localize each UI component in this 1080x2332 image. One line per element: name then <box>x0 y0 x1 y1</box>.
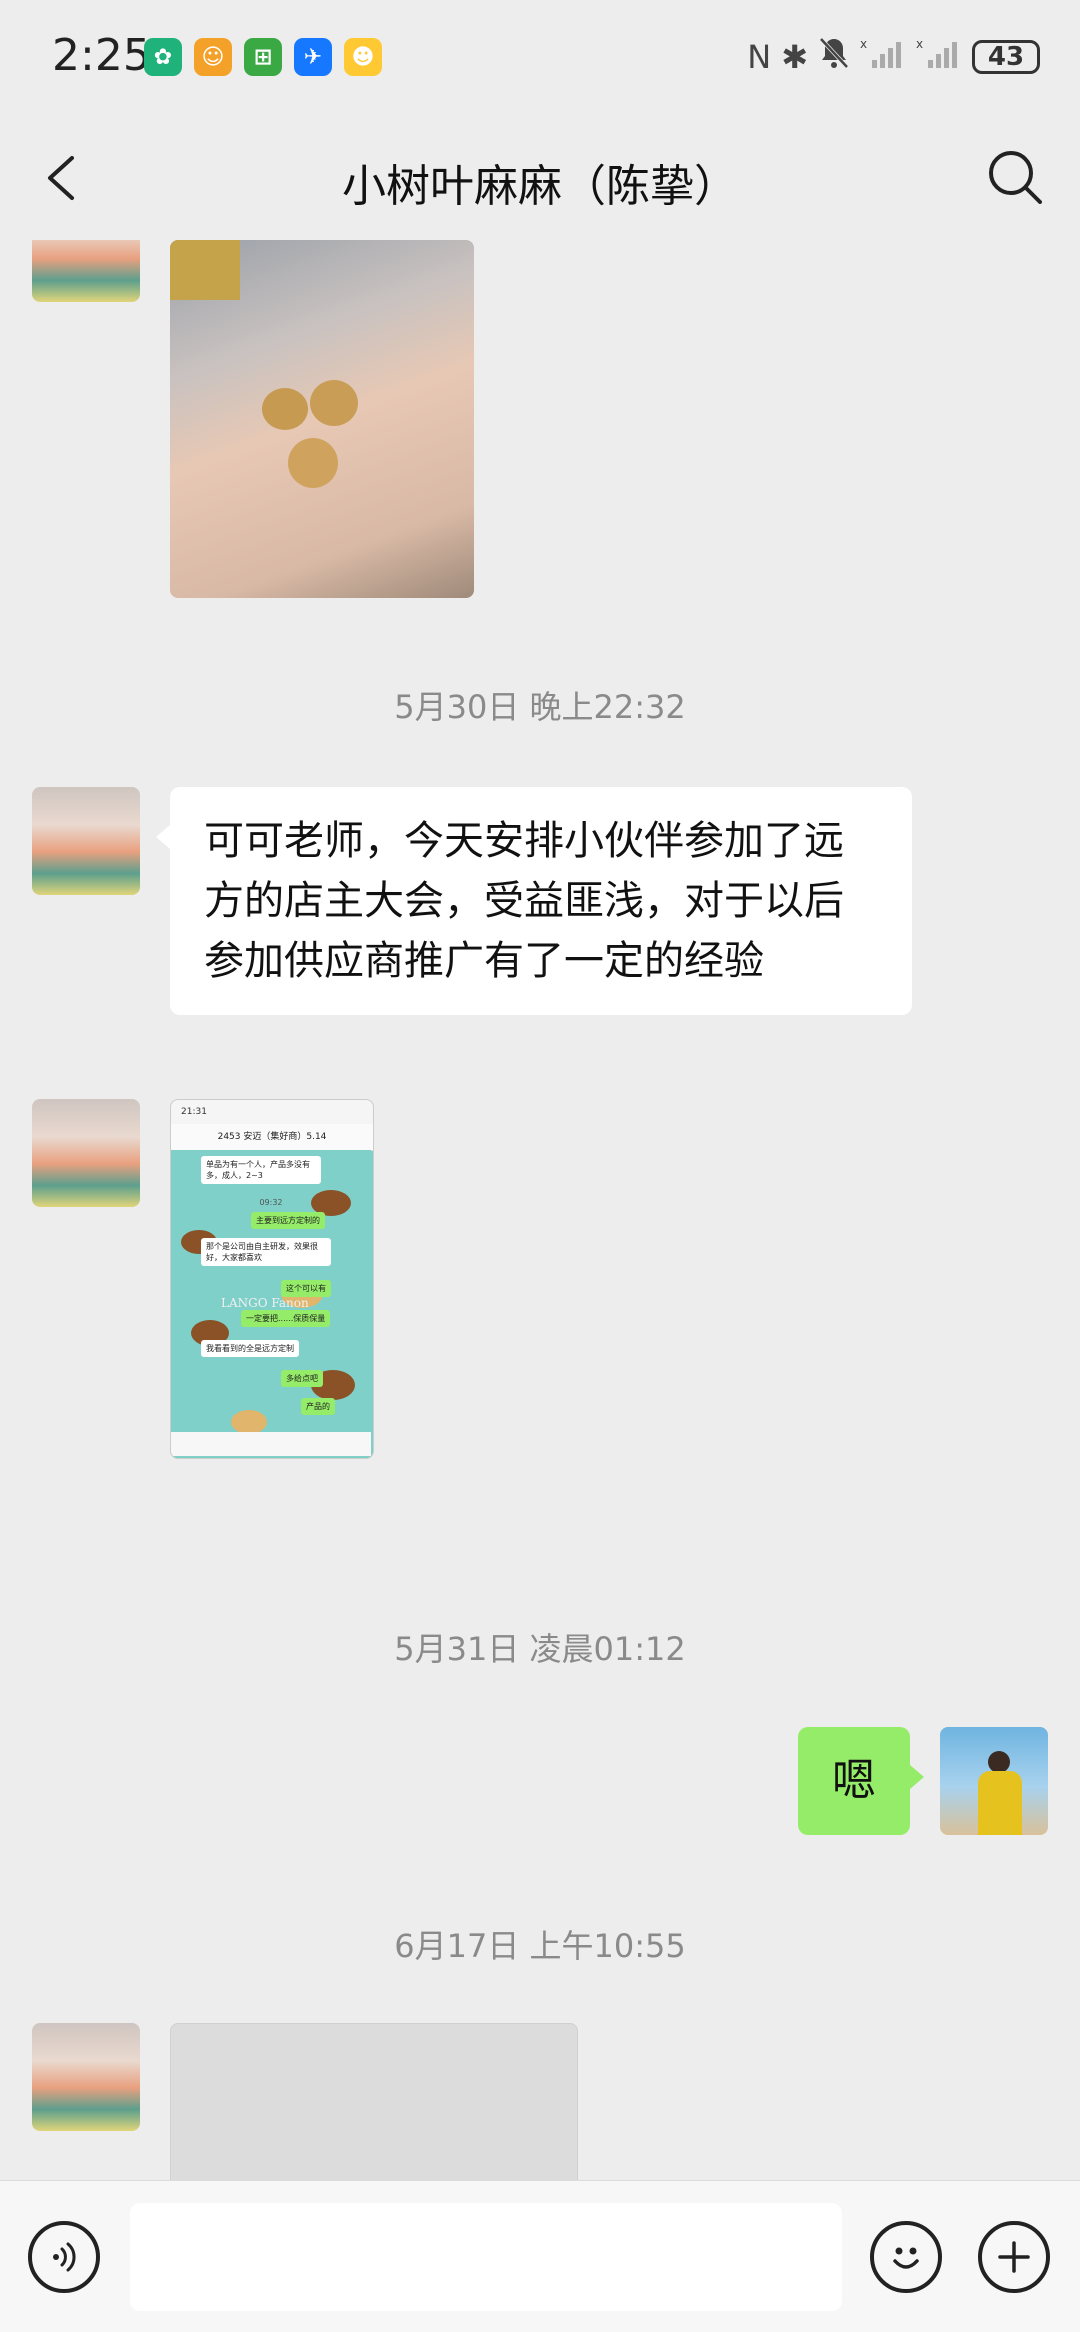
timestamp: 6月17日 上午10:55 <box>394 1927 686 1965</box>
mute-icon <box>818 36 850 78</box>
screenshot-status-bar: 21:31 <box>171 1100 373 1124</box>
message-bubble-outgoing[interactable]: 嗯 <box>798 1727 924 1835</box>
image-message-hand-photo[interactable] <box>170 240 474 598</box>
emoji-button[interactable] <box>870 2221 942 2293</box>
photo-package <box>170 240 240 300</box>
plane-app-icon: ✈ <box>294 38 332 76</box>
chat-title: 小树叶麻麻（陈挚） <box>342 161 738 212</box>
mini-time: 09:32 <box>259 1198 283 1207</box>
meituan-app-icon: ⊞ <box>244 38 282 76</box>
duck-app-icon: ☻ <box>344 38 382 76</box>
system-icons: N ✱ x x 43 <box>747 36 1040 78</box>
photo-nut <box>262 388 308 430</box>
my-avatar[interactable] <box>940 1727 1048 1835</box>
mini-bubble: 产品的 <box>301 1398 335 1415</box>
mini-bubble: 多给点吧 <box>281 1370 323 1387</box>
voice-button[interactable] <box>28 2221 100 2293</box>
avatar-jacket <box>978 1771 1022 1835</box>
mini-bubble: 主要到远方定制的 <box>251 1212 325 1229</box>
mini-bubble: 单品为有一个人，产品多没有多，成人，2~3 <box>201 1156 321 1184</box>
avatar-head <box>988 1751 1010 1773</box>
message-bubble-incoming[interactable]: 可可老师，今天安排小伙伴参加了远方的店主大会，受益匪浅，对于以后参加供应商推广有… <box>156 787 912 1015</box>
bluetooth-icon: ✱ <box>781 38 808 76</box>
mini-input-bar <box>171 1432 371 1456</box>
emoji-icon <box>893 2247 919 2269</box>
status-bar: 2:25 ✿ ☺ ⊞ ✈ ☻ N ✱ x x 43 <box>0 0 1080 120</box>
notification-icons: ✿ ☺ ⊞ ✈ ☻ <box>144 38 382 76</box>
screenshot-title: 2453 安迈（集好商）5.14 <box>171 1124 373 1151</box>
image-message-loading[interactable] <box>170 2023 578 2180</box>
mini-bubble: 那个是公司由自主研发，效果很好，大家都喜欢 <box>201 1238 331 1266</box>
photo-nut <box>310 380 358 426</box>
contact-avatar[interactable] <box>32 1099 140 1207</box>
input-toolbar <box>0 2180 1080 2332</box>
battery-indicator: 43 <box>972 40 1040 74</box>
timestamp: 5月30日 晚上22:32 <box>394 688 686 726</box>
search-icon <box>989 151 1042 204</box>
nut <box>231 1410 267 1434</box>
contact-avatar[interactable] <box>32 787 140 895</box>
mini-watermark: LANGO Fanon <box>221 1296 309 1310</box>
status-time: 2:25 <box>52 30 151 81</box>
plus-icon <box>998 2241 1030 2273</box>
mini-bubble: 我看看到的全是远方定制 <box>201 1340 299 1357</box>
chat-messages[interactable]: 5月30日 晚上22:32 可可老师，今天安排小伙伴参加了远方的店主大会，受益匪… <box>0 240 1080 2180</box>
nfc-icon: N <box>747 38 772 76</box>
photo-nut <box>288 438 338 488</box>
signal-icon-2: x <box>916 36 962 78</box>
mini-bubble: 一定要把......保质保量 <box>241 1310 331 1327</box>
chat-header: 小树叶麻麻（陈挚） <box>0 120 1080 240</box>
svg-text:x: x <box>860 37 867 51</box>
mini-bubble: 这个可以有 <box>281 1280 331 1297</box>
svg-text:x: x <box>916 37 923 51</box>
message-input[interactable] <box>130 2203 842 2311</box>
more-button[interactable] <box>978 2221 1050 2293</box>
contact-avatar[interactable] <box>32 2023 140 2131</box>
search-button[interactable] <box>984 146 1046 208</box>
shop-app-icon: ☺ <box>194 38 232 76</box>
contact-avatar[interactable] <box>32 240 140 302</box>
screenshot-body: 单品为有一个人，产品多没有多，成人，2~3 09:32 主要到远方定制的 那个是… <box>171 1150 371 1456</box>
image-message-screenshot[interactable]: 21:31 2453 安迈（集好商）5.14 单品为有一个人，产品多没有多，成人… <box>170 1099 374 1459</box>
signal-icon: x <box>860 36 906 78</box>
clover-app-icon: ✿ <box>144 38 182 76</box>
timestamp: 5月31日 凌晨01:12 <box>394 1630 686 1668</box>
voice-icon <box>53 2242 76 2272</box>
